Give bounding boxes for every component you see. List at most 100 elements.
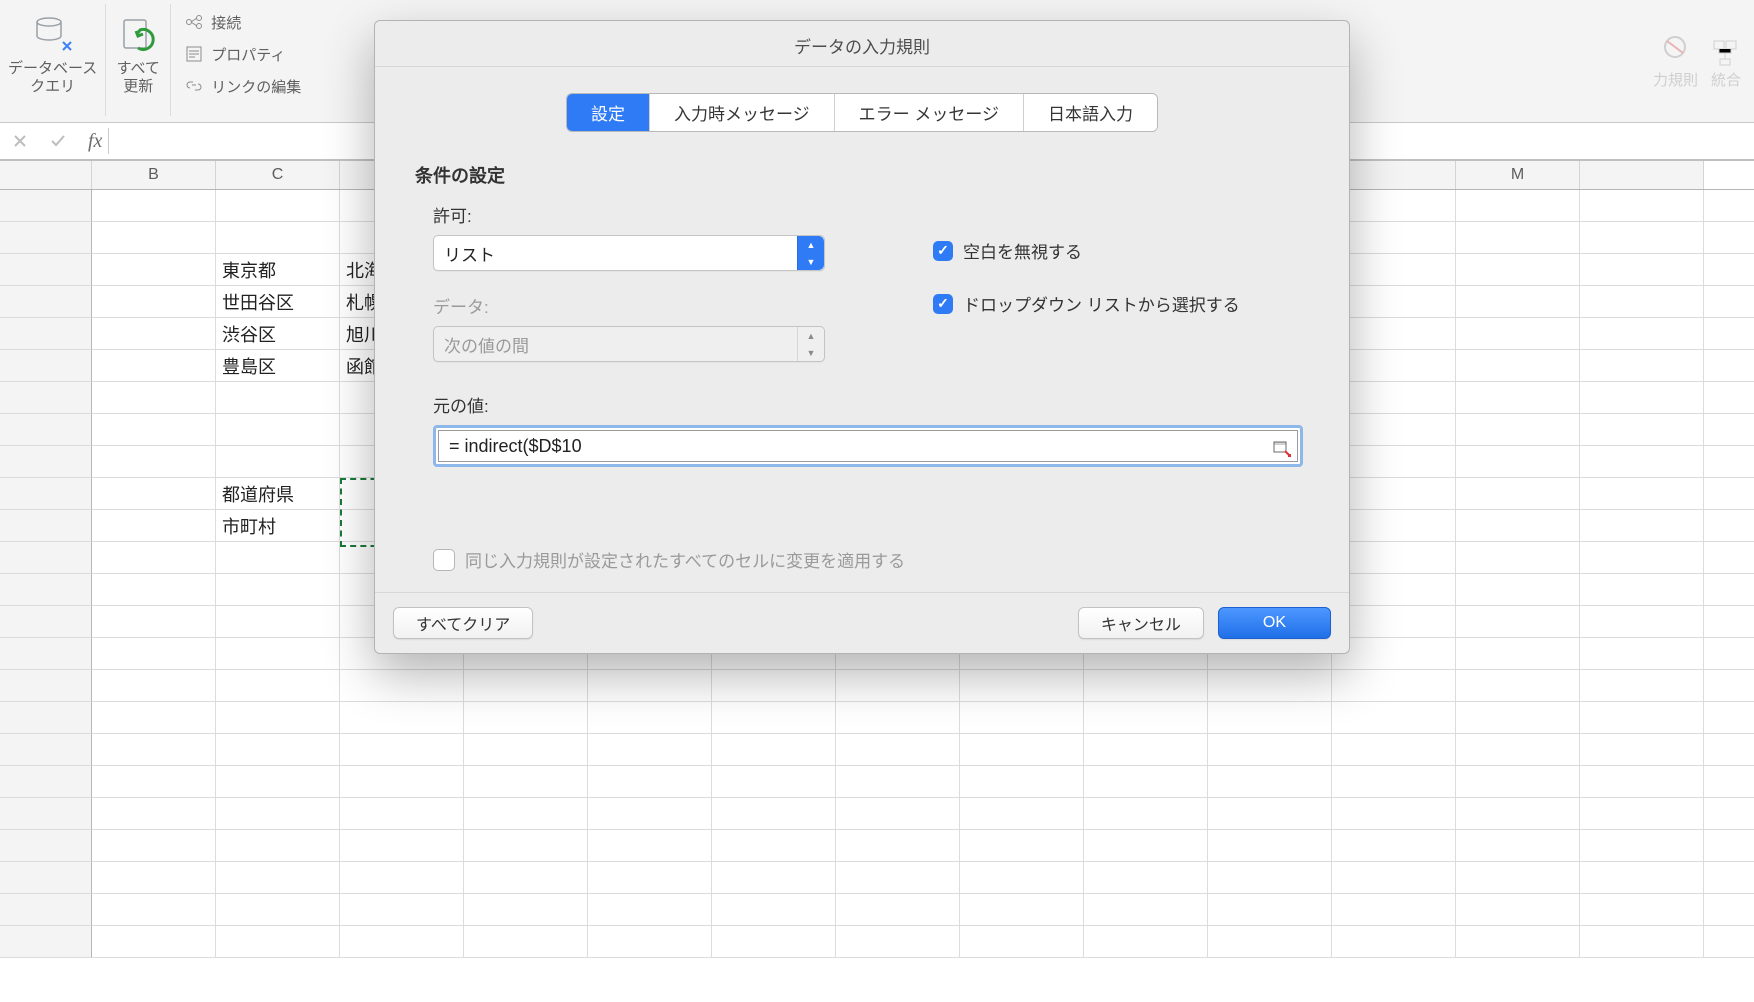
cell[interactable] — [960, 734, 1084, 766]
cell[interactable] — [92, 446, 216, 478]
cell[interactable] — [1704, 382, 1754, 414]
cell[interactable] — [1332, 574, 1456, 606]
cell[interactable] — [1332, 190, 1456, 222]
cell[interactable] — [92, 798, 216, 830]
cell[interactable] — [1704, 638, 1754, 670]
cell[interactable] — [1084, 798, 1208, 830]
cell[interactable] — [836, 830, 960, 862]
cell[interactable] — [1704, 254, 1754, 286]
allow-select[interactable]: リスト ▲▼ — [433, 235, 825, 271]
cell[interactable]: 渋谷区 — [216, 318, 340, 350]
cell[interactable] — [92, 222, 216, 254]
cell[interactable] — [340, 702, 464, 734]
clear-all-button[interactable]: すべてクリア — [393, 607, 533, 639]
cell[interactable] — [92, 382, 216, 414]
cell[interactable]: 都道府県 — [216, 478, 340, 510]
cell[interactable] — [1580, 926, 1704, 958]
cell[interactable] — [588, 702, 712, 734]
cell[interactable] — [1084, 734, 1208, 766]
cell[interactable] — [836, 670, 960, 702]
col-header-M[interactable]: M — [1456, 161, 1580, 189]
cell[interactable] — [1580, 510, 1704, 542]
cell[interactable] — [1084, 894, 1208, 926]
cell[interactable] — [1456, 382, 1580, 414]
cell[interactable] — [1580, 542, 1704, 574]
row-header[interactable] — [0, 702, 92, 734]
cell[interactable] — [1704, 830, 1754, 862]
cell[interactable] — [1456, 734, 1580, 766]
cell[interactable] — [1208, 926, 1332, 958]
cell[interactable] — [92, 190, 216, 222]
cell[interactable] — [216, 414, 340, 446]
cell[interactable] — [1704, 478, 1754, 510]
cell[interactable] — [1580, 606, 1704, 638]
cell[interactable] — [1456, 446, 1580, 478]
cell[interactable] — [1332, 382, 1456, 414]
cell[interactable] — [712, 702, 836, 734]
row-header[interactable] — [0, 222, 92, 254]
cell[interactable] — [1332, 766, 1456, 798]
cell[interactable] — [960, 830, 1084, 862]
cell[interactable] — [1208, 702, 1332, 734]
cell[interactable] — [216, 190, 340, 222]
ribbon-properties[interactable]: プロパティ — [179, 38, 289, 70]
cell[interactable] — [340, 798, 464, 830]
cell[interactable] — [92, 766, 216, 798]
cell[interactable] — [1332, 638, 1456, 670]
cell[interactable] — [1332, 542, 1456, 574]
col-header[interactable] — [1580, 161, 1704, 189]
row-header[interactable] — [0, 670, 92, 702]
row-header[interactable] — [0, 862, 92, 894]
cell[interactable] — [92, 894, 216, 926]
row-header[interactable] — [0, 382, 92, 414]
cell[interactable] — [1456, 318, 1580, 350]
cell[interactable] — [1456, 286, 1580, 318]
cell[interactable] — [836, 734, 960, 766]
cell[interactable] — [1580, 382, 1704, 414]
cell[interactable] — [1456, 190, 1580, 222]
cell[interactable] — [1332, 414, 1456, 446]
cell[interactable] — [340, 862, 464, 894]
cell[interactable] — [1456, 926, 1580, 958]
cell[interactable] — [588, 798, 712, 830]
cell[interactable] — [960, 862, 1084, 894]
cell[interactable] — [1580, 478, 1704, 510]
cell[interactable] — [1456, 638, 1580, 670]
cell[interactable] — [216, 766, 340, 798]
cell[interactable] — [1580, 254, 1704, 286]
cell[interactable] — [1704, 446, 1754, 478]
cell[interactable] — [1704, 670, 1754, 702]
cell[interactable] — [92, 862, 216, 894]
row-header[interactable] — [0, 414, 92, 446]
cell[interactable] — [1580, 702, 1704, 734]
cell[interactable] — [1580, 830, 1704, 862]
ribbon-group-refresh-all[interactable]: すべて 更新 — [106, 4, 171, 116]
cell[interactable] — [1456, 222, 1580, 254]
cell[interactable] — [464, 734, 588, 766]
cell[interactable] — [1704, 894, 1754, 926]
cell[interactable] — [1208, 798, 1332, 830]
cell[interactable] — [1332, 254, 1456, 286]
cell[interactable] — [464, 894, 588, 926]
cell[interactable]: 豊島区 — [216, 350, 340, 382]
cell[interactable] — [1704, 702, 1754, 734]
dropdown-list-checkbox[interactable]: ✓ ドロップダウン リストから選択する — [933, 291, 1240, 316]
cell[interactable] — [588, 734, 712, 766]
cell[interactable] — [1580, 318, 1704, 350]
cell[interactable] — [588, 766, 712, 798]
source-input[interactable] — [438, 430, 1298, 462]
fx-label[interactable]: fx — [82, 128, 109, 154]
cell[interactable] — [1332, 670, 1456, 702]
cell[interactable] — [1580, 190, 1704, 222]
row-header[interactable] — [0, 926, 92, 958]
cell[interactable] — [1332, 830, 1456, 862]
cell[interactable] — [1456, 670, 1580, 702]
cell[interactable] — [960, 926, 1084, 958]
cell[interactable] — [216, 574, 340, 606]
cell[interactable] — [1704, 862, 1754, 894]
cell[interactable] — [216, 670, 340, 702]
cell[interactable] — [1704, 542, 1754, 574]
cell[interactable] — [1456, 350, 1580, 382]
cell[interactable] — [464, 798, 588, 830]
cell[interactable] — [1332, 286, 1456, 318]
